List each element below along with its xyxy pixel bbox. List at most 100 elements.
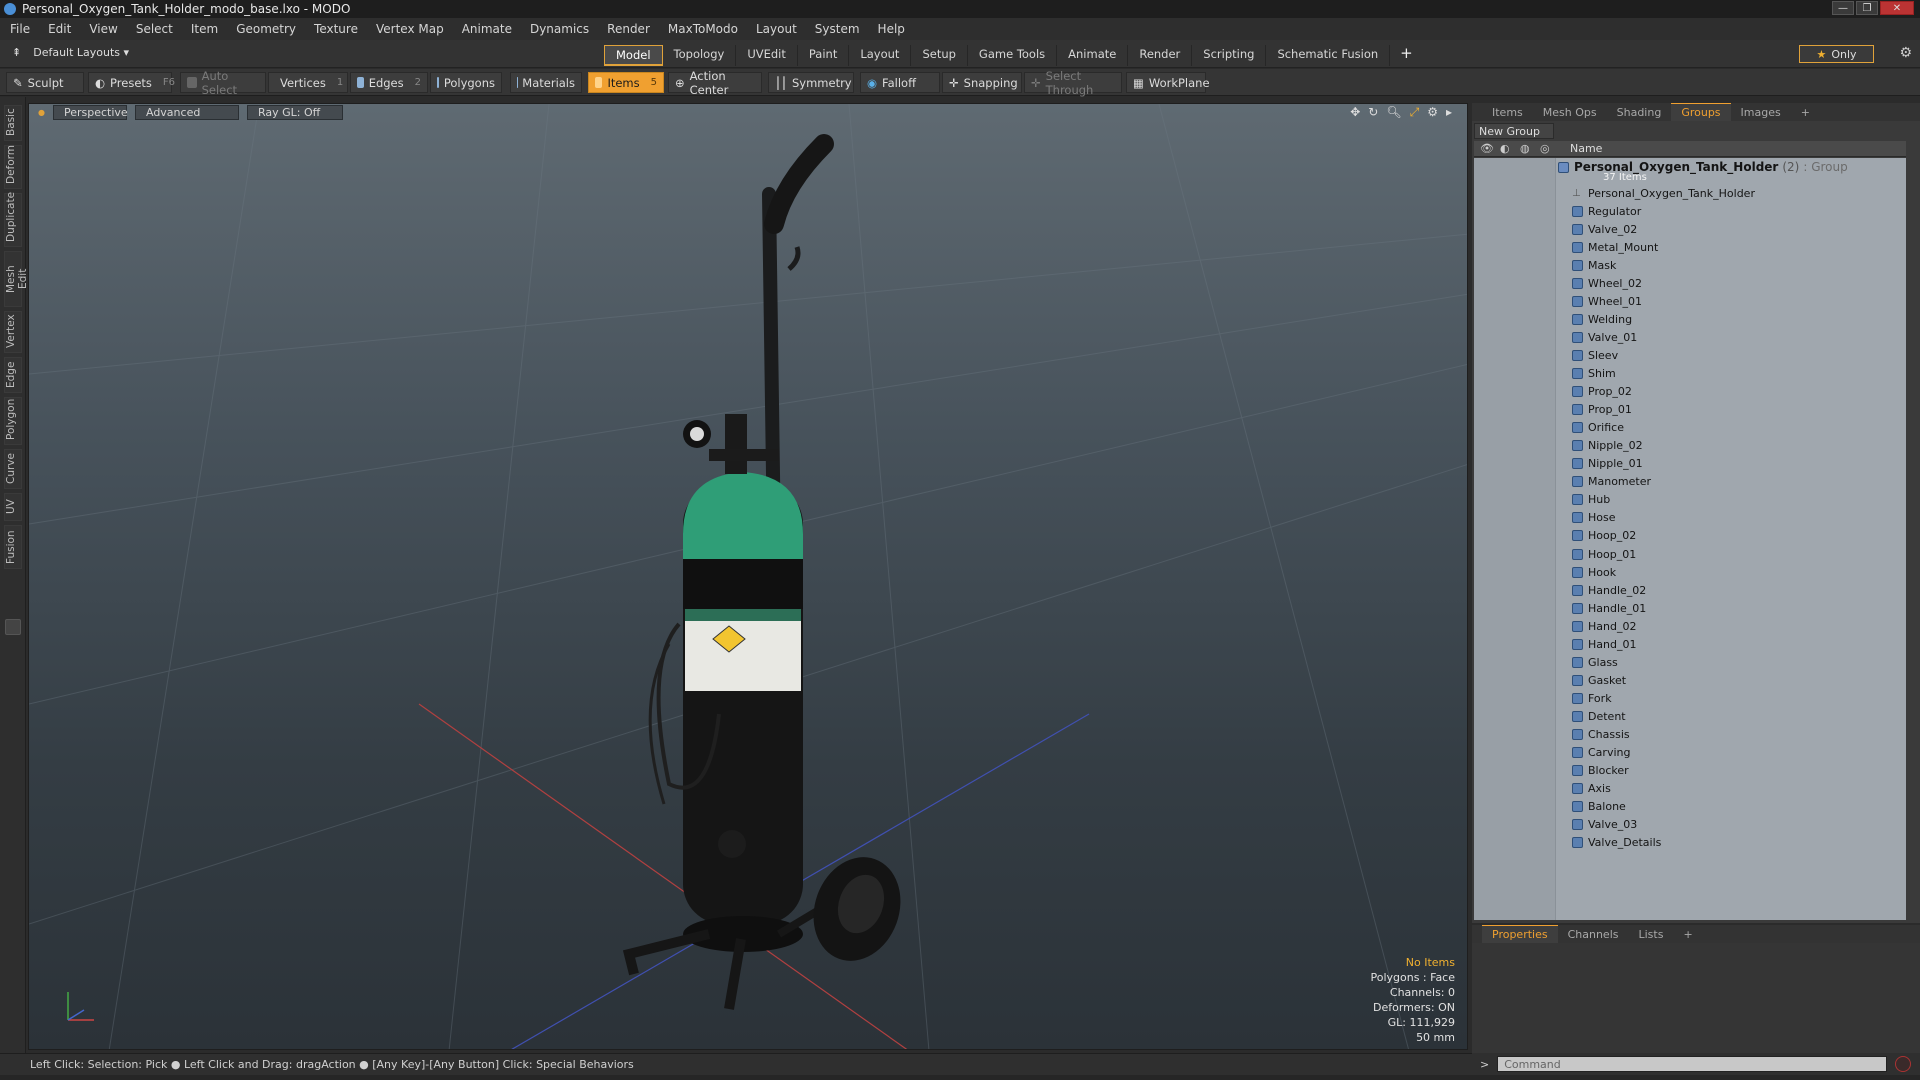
menu-view[interactable]: View (89, 22, 117, 36)
group-item-row[interactable]: Carving (1572, 744, 1630, 762)
vtab-mesh-edit[interactable]: Mesh Edit (4, 251, 29, 307)
render-toggle-icon[interactable]: ◐ (1500, 142, 1510, 155)
menu-dynamics[interactable]: Dynamics (530, 22, 589, 36)
group-item-row[interactable]: Sleev (1572, 346, 1618, 364)
group-item-row[interactable]: Nipple_02 (1572, 437, 1643, 455)
tab-images[interactable]: Images (1731, 103, 1791, 121)
menu-edit[interactable]: Edit (48, 22, 71, 36)
workplane-button[interactable]: ▦ WorkPlane (1126, 72, 1210, 93)
tab-scripting[interactable]: Scripting (1192, 45, 1267, 66)
group-item-row[interactable]: Hoop_02 (1572, 527, 1636, 545)
tab-properties[interactable]: Properties (1482, 925, 1558, 943)
group-item-row[interactable]: Valve_03 (1572, 816, 1637, 834)
tab-items[interactable]: Items (1482, 103, 1533, 121)
group-item-row[interactable]: Shim (1572, 365, 1616, 383)
group-item-row[interactable]: ⊥ Personal_Oxygen_Tank_Holder (1572, 184, 1755, 202)
view-perspective-dropdown[interactable]: Perspective (52, 104, 128, 120)
vtab-fusion[interactable]: Fusion (4, 525, 22, 569)
tab-game-tools[interactable]: Game Tools (968, 45, 1058, 66)
group-item-row[interactable]: Orifice (1572, 419, 1624, 437)
raygl-toggle[interactable]: Ray GL: Off (246, 104, 343, 120)
menu-texture[interactable]: Texture (314, 22, 358, 36)
maximize-button[interactable]: ❐ (1856, 1, 1878, 15)
new-group-button[interactable]: New Group (1474, 123, 1554, 139)
group-item-row[interactable]: Hand_02 (1572, 617, 1636, 635)
viewport-expand-icon[interactable]: ▸ (1446, 105, 1452, 120)
tab-render[interactable]: Render (1128, 45, 1193, 66)
select-toggle-icon[interactable]: ◎ (1540, 142, 1550, 155)
group-item-row[interactable]: Welding (1572, 310, 1632, 328)
tab-setup[interactable]: Setup (911, 45, 968, 66)
group-item-row[interactable]: Wheel_01 (1572, 292, 1642, 310)
group-item-row[interactable]: Nipple_01 (1572, 455, 1643, 473)
group-item-row[interactable]: Prop_02 (1572, 383, 1632, 401)
group-item-row[interactable]: Hook (1572, 563, 1616, 581)
group-item-row[interactable]: Hoop_01 (1572, 545, 1636, 563)
vtab-duplicate[interactable]: Duplicate (4, 192, 22, 247)
items-button[interactable]: Items 5 (588, 72, 664, 93)
menu-select[interactable]: Select (136, 22, 173, 36)
only-button[interactable]: ★ Only (1799, 45, 1874, 63)
menu-animate[interactable]: Animate (462, 22, 512, 36)
group-item-row[interactable]: Prop_01 (1572, 401, 1632, 419)
auto-select-button[interactable]: Auto Select (180, 69, 266, 97)
materials-button[interactable]: Materials (510, 72, 582, 93)
group-item-row[interactable]: Detent (1572, 707, 1626, 725)
menu-maxtomodo[interactable]: MaxToModo (668, 22, 738, 36)
group-item-row[interactable]: Hand_01 (1572, 635, 1636, 653)
tab-schematic-fusion[interactable]: Schematic Fusion (1266, 45, 1391, 66)
vtab-edge[interactable]: Edge (4, 357, 22, 393)
group-item-row[interactable]: Handle_01 (1572, 599, 1646, 617)
group-item-row[interactable]: Manometer (1572, 473, 1651, 491)
panel-toggle-button[interactable] (5, 619, 21, 635)
3d-viewport[interactable] (28, 103, 1468, 1050)
menu-system[interactable]: System (815, 22, 860, 36)
polygons-button[interactable]: Polygons (430, 72, 502, 93)
group-row[interactable]: Personal_Oxygen_Tank_Holder (2) : Group (1558, 158, 1848, 176)
presets-button[interactable]: ◐ Presets F6 (88, 72, 175, 93)
close-button[interactable]: ✕ (1880, 1, 1914, 15)
vtab-polygon[interactable]: Polygon (4, 397, 22, 445)
group-item-row[interactable]: Mask (1572, 256, 1616, 274)
tab-mesh-ops[interactable]: Mesh Ops (1533, 103, 1607, 121)
select-through-button[interactable]: ✛ Select Through (1024, 69, 1122, 97)
snapping-button[interactable]: ✛ Snapping (942, 72, 1022, 93)
tab-topology[interactable]: Topology (663, 45, 737, 66)
viewport-settings-icon[interactable]: ⚙ (1427, 105, 1438, 120)
tab-uvedit[interactable]: UVEdit (736, 45, 798, 66)
group-item-row[interactable]: Balone (1572, 798, 1626, 816)
menu-help[interactable]: Help (878, 22, 905, 36)
group-item-row[interactable]: Chassis (1572, 726, 1630, 744)
group-item-row[interactable]: Blocker (1572, 762, 1629, 780)
group-item-row[interactable]: Valve_Details (1572, 834, 1661, 852)
group-item-row[interactable]: Glass (1572, 653, 1618, 671)
vtab-curve[interactable]: Curve (4, 449, 22, 489)
tab-paint[interactable]: Paint (798, 45, 850, 66)
group-item-row[interactable]: Hose (1572, 509, 1616, 527)
edges-button[interactable]: Edges 2 (350, 72, 428, 93)
lock-toggle-icon[interactable]: ◍ (1520, 142, 1530, 155)
menu-vertex-map[interactable]: Vertex Map (376, 22, 444, 36)
fit-view-icon[interactable]: ⤢ (1410, 105, 1420, 120)
group-item-row[interactable]: Metal_Mount (1572, 238, 1658, 256)
menu-geometry[interactable]: Geometry (236, 22, 296, 36)
group-item-row[interactable]: Regulator (1572, 202, 1641, 220)
vtab-vertex[interactable]: Vertex (4, 311, 22, 353)
tab-shading[interactable]: Shading (1607, 103, 1672, 121)
tab-lists[interactable]: Lists (1629, 925, 1674, 943)
menu-layout[interactable]: Layout (756, 22, 797, 36)
vtab-uv[interactable]: UV (4, 493, 22, 521)
group-item-row[interactable]: Axis (1572, 780, 1611, 798)
group-item-row[interactable]: Valve_01 (1572, 328, 1637, 346)
vtab-basic[interactable]: Basic (4, 105, 22, 141)
group-item-row[interactable]: Fork (1572, 689, 1612, 707)
default-layouts-dropdown[interactable]: ⇞ Default Layouts ▾ (12, 46, 129, 59)
group-item-row[interactable]: Hub (1572, 491, 1610, 509)
group-item-row[interactable]: Valve_02 (1572, 220, 1637, 238)
tab-animate[interactable]: Animate (1057, 45, 1129, 66)
symmetry-button[interactable]: ⎮⎮ Symmetry (768, 72, 854, 93)
command-input[interactable]: Command (1497, 1056, 1888, 1072)
tab-layout[interactable]: Layout (849, 45, 912, 66)
action-center-button[interactable]: ⊕ Action Center (668, 69, 762, 97)
vtab-deform[interactable]: Deform (4, 145, 22, 189)
